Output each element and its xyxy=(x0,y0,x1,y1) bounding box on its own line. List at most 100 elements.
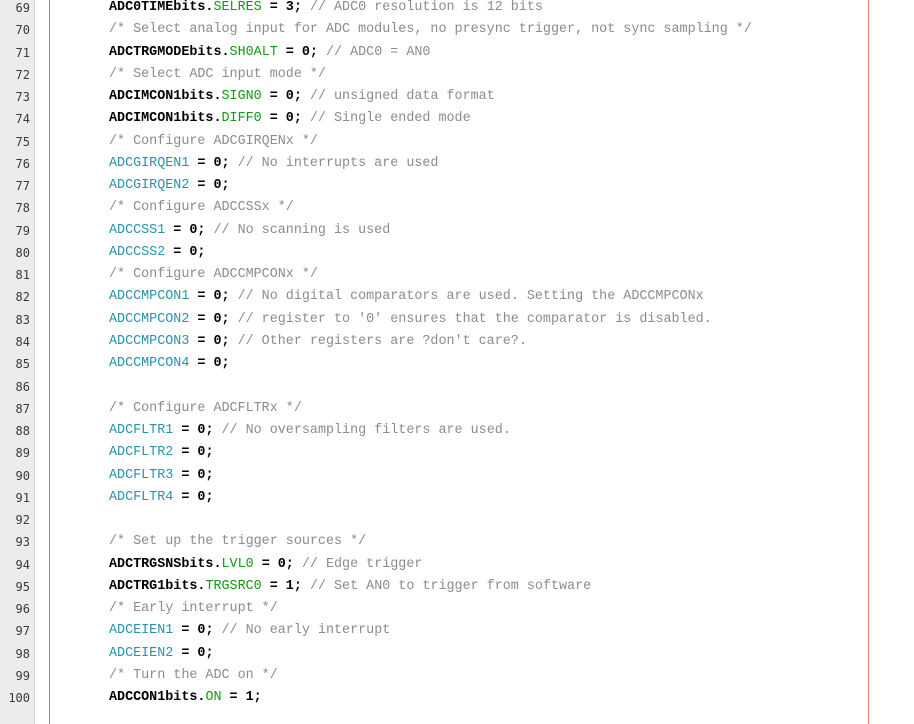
code-line[interactable]: 84 ADCCMPCON3 = 0; // Other registers are… xyxy=(0,331,914,353)
comment-token: /* Configure ADCFLTRx */ xyxy=(109,400,302,416)
code-lines[interactable]: 69 ADC0TIMEbits.SELRES = 3; // ADC0 resol… xyxy=(0,0,914,710)
code-text[interactable]: /* Turn the ADC on */ xyxy=(109,665,278,687)
code-line[interactable]: 91 ADCFLTR4 = 0; xyxy=(0,487,914,509)
code-text[interactable]: /* Configure ADCGIRQENx */ xyxy=(109,131,318,153)
code-text[interactable]: ADCCMPCON3 = 0; // Other registers are ?… xyxy=(109,331,527,353)
line-number: 76 xyxy=(15,156,30,171)
operator-token: = 1; xyxy=(221,690,262,706)
code-line[interactable]: 96 /* Early interrupt */ xyxy=(0,598,914,620)
line-number: 95 xyxy=(15,579,30,594)
operator-token: = 3; xyxy=(261,0,310,15)
code-text[interactable]: ADCFLTR2 = 0; xyxy=(109,442,213,464)
comment-token: // No early interrupt xyxy=(221,623,391,639)
register-token: ADCFLTR3 xyxy=(109,467,174,483)
code-line[interactable]: 70 /* Select analog input for ADC modules… xyxy=(0,19,914,41)
code-text[interactable]: ADCTRG1bits.TRGSRC0 = 1; // Set AN0 to t… xyxy=(109,576,591,598)
code-text[interactable]: ADCCSS2 = 0; xyxy=(109,242,205,264)
bitfield-token: LVL0 xyxy=(221,556,254,572)
code-text[interactable]: ADCFLTR1 = 0; // No oversampling filters… xyxy=(109,420,511,442)
code-line[interactable]: 97 ADCEIEN1 = 0; // No early interrupt xyxy=(0,620,914,642)
operator-token: = 0; xyxy=(173,645,214,661)
line-number: 88 xyxy=(15,424,30,439)
code-line[interactable]: 74 ADCIMCON1bits.DIFF0 = 0; // Single end… xyxy=(0,108,914,130)
code-text[interactable]: /* Configure ADCFLTRx */ xyxy=(109,398,302,420)
operator-token: = 0; xyxy=(253,556,302,572)
operator-token: = 0; xyxy=(173,423,222,439)
comment-token: // Edge trigger xyxy=(301,556,423,572)
comment-token: // No scanning is used xyxy=(213,222,391,238)
comment-token: /* Configure ADCCMPCONx */ xyxy=(109,267,318,283)
code-text[interactable]: ADCFLTR4 = 0; xyxy=(109,487,213,509)
code-text[interactable]: ADCGIRQEN2 = 0; xyxy=(109,175,230,197)
line-number: 98 xyxy=(15,646,30,661)
code-line[interactable]: 79 ADCCSS1 = 0; // No scanning is used xyxy=(0,220,914,242)
code-line[interactable]: 86 xyxy=(0,376,914,398)
code-line[interactable]: 89 ADCFLTR2 = 0; xyxy=(0,442,914,464)
code-line[interactable]: 81 /* Configure ADCCMPCONx */ xyxy=(0,264,914,286)
code-line[interactable]: 93 /* Set up the trigger sources */ xyxy=(0,531,914,553)
line-number: 70 xyxy=(15,23,30,38)
code-text[interactable]: ADCEIEN1 = 0; // No early interrupt xyxy=(109,620,390,642)
code-line[interactable]: 95 ADCTRG1bits.TRGSRC0 = 1; // Set AN0 to… xyxy=(0,576,914,598)
code-text[interactable]: /* Select analog input for ADC modules, … xyxy=(109,19,752,41)
code-line[interactable]: 85 ADCCMPCON4 = 0; xyxy=(0,353,914,375)
code-line[interactable]: 94 ADCTRGSNSbits.LVL0 = 0; // Edge trigge… xyxy=(0,554,914,576)
code-line[interactable]: 69 ADC0TIMEbits.SELRES = 3; // ADC0 resol… xyxy=(0,0,914,19)
code-line[interactable]: 72 /* Select ADC input mode */ xyxy=(0,64,914,86)
code-line[interactable]: 73 ADCIMCON1bits.SIGN0 = 0; // unsigned d… xyxy=(0,86,914,108)
code-text[interactable]: ADCGIRQEN1 = 0; // No interrupts are use… xyxy=(109,153,438,175)
code-text[interactable]: ADCIMCON1bits.SIGN0 = 0; // unsigned dat… xyxy=(109,86,495,108)
identifier-token: ADCTRG1bits. xyxy=(109,578,206,594)
code-text[interactable]: /* Set up the trigger sources */ xyxy=(109,531,366,553)
code-line[interactable]: 71 ADCTRGMODEbits.SH0ALT = 0; // ADC0 = A… xyxy=(0,42,914,64)
code-line[interactable]: 75 /* Configure ADCGIRQENx */ xyxy=(0,131,914,153)
comment-token: /* Early interrupt */ xyxy=(109,601,278,617)
code-text[interactable]: ADCTRGMODEbits.SH0ALT = 0; // ADC0 = AN0 xyxy=(109,42,430,64)
code-text[interactable]: ADCEIEN2 = 0; xyxy=(109,643,213,665)
code-line[interactable]: 82 ADCCMPCON1 = 0; // No digital comparat… xyxy=(0,286,914,308)
code-line[interactable]: 77 ADCGIRQEN2 = 0; xyxy=(0,175,914,197)
code-editor[interactable]: 69 ADC0TIMEbits.SELRES = 3; // ADC0 resol… xyxy=(0,0,914,724)
code-text[interactable]: ADC0TIMEbits.SELRES = 3; // ADC0 resolut… xyxy=(109,0,543,19)
code-text[interactable]: ADCCON1bits.ON = 1; xyxy=(109,687,262,709)
code-text[interactable]: ADCIMCON1bits.DIFF0 = 0; // Single ended… xyxy=(109,108,471,130)
code-line[interactable]: 100 ADCCON1bits.ON = 1; xyxy=(0,687,914,709)
code-line[interactable]: 83 ADCCMPCON2 = 0; // register to '0' ens… xyxy=(0,309,914,331)
code-text[interactable]: /* Configure ADCCSSx */ xyxy=(109,197,294,219)
code-text[interactable]: /* Configure ADCCMPCONx */ xyxy=(109,264,318,286)
code-line[interactable]: 80 ADCCSS2 = 0; xyxy=(0,242,914,264)
operator-token: = 0; xyxy=(165,222,214,238)
code-line[interactable]: 99 /* Turn the ADC on */ xyxy=(0,665,914,687)
identifier-token: ADCTRGSNSbits. xyxy=(109,556,222,572)
bitfield-token: TRGSRC0 xyxy=(205,578,262,594)
line-number: 80 xyxy=(15,245,30,260)
code-line[interactable]: 78 /* Configure ADCCSSx */ xyxy=(0,197,914,219)
line-number: 73 xyxy=(15,90,30,105)
code-line[interactable]: 90 ADCFLTR3 = 0; xyxy=(0,465,914,487)
operator-token: = 0; xyxy=(165,244,206,260)
code-text[interactable]: ADCTRGSNSbits.LVL0 = 0; // Edge trigger xyxy=(109,554,422,576)
line-number: 93 xyxy=(15,535,30,550)
code-text[interactable]: /* Select ADC input mode */ xyxy=(109,64,326,86)
operator-token: = 0; xyxy=(189,289,238,305)
line-number: 82 xyxy=(15,290,30,305)
register-token: ADCCSS2 xyxy=(109,244,166,260)
code-line[interactable]: 98 ADCEIEN2 = 0; xyxy=(0,643,914,665)
line-number: 89 xyxy=(15,446,30,461)
code-line[interactable]: 92 xyxy=(0,509,914,531)
register-token: ADCCMPCON3 xyxy=(109,333,190,349)
code-text[interactable]: ADCCSS1 = 0; // No scanning is used xyxy=(109,220,390,242)
line-number: 75 xyxy=(15,134,30,149)
code-line[interactable]: 87 /* Configure ADCFLTRx */ xyxy=(0,398,914,420)
code-text[interactable]: ADCCMPCON4 = 0; xyxy=(109,353,230,375)
register-token: ADCGIRQEN2 xyxy=(109,178,190,194)
code-text[interactable]: ADCCMPCON1 = 0; // No digital comparator… xyxy=(109,286,704,308)
line-number: 87 xyxy=(15,401,30,416)
code-text[interactable]: ADCCMPCON2 = 0; // register to '0' ensur… xyxy=(109,309,712,331)
line-number: 100 xyxy=(8,691,30,706)
line-number: 92 xyxy=(15,513,30,528)
code-line[interactable]: 88 ADCFLTR1 = 0; // No oversampling filte… xyxy=(0,420,914,442)
code-text[interactable]: ADCFLTR3 = 0; xyxy=(109,465,213,487)
code-line[interactable]: 76 ADCGIRQEN1 = 0; // No interrupts are u… xyxy=(0,153,914,175)
code-text[interactable]: /* Early interrupt */ xyxy=(109,598,278,620)
